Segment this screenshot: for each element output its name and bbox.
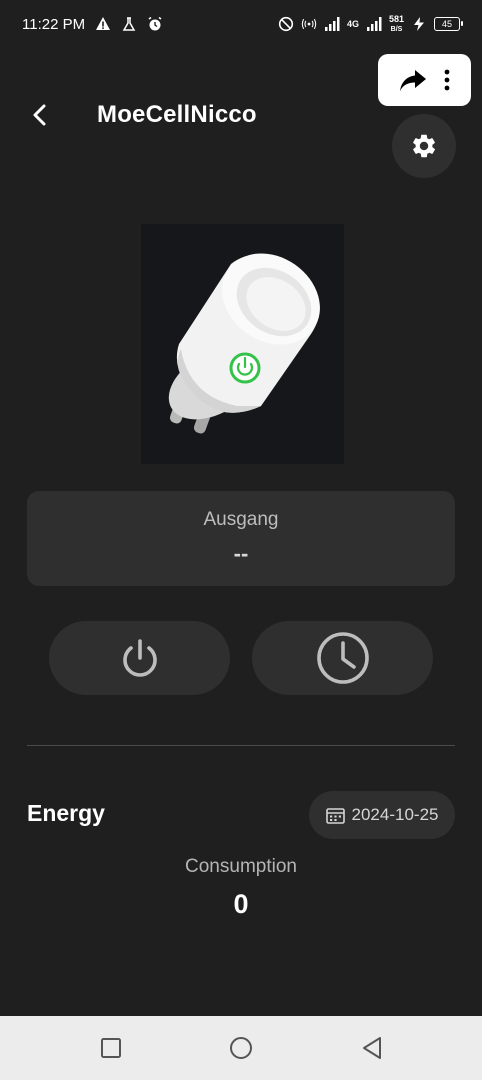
circle-icon [230, 1037, 252, 1059]
share-icon[interactable] [398, 67, 428, 93]
output-label: Ausgang [203, 509, 279, 530]
status-time: 11:22 PM [22, 15, 86, 33]
section-divider [27, 745, 455, 746]
output-card: Ausgang -- [27, 491, 455, 586]
alarm-icon [148, 16, 162, 31]
clock-icon [316, 632, 369, 684]
flask-icon [122, 17, 136, 31]
output-value: -- [233, 541, 249, 566]
date-value: 2024-10-25 [351, 805, 439, 824]
smart-plug-image [168, 253, 320, 434]
chevron-left-icon [33, 104, 46, 126]
consumption-value: 0 [233, 889, 249, 919]
recents-button[interactable] [91, 1028, 131, 1068]
settings-button[interactable] [392, 114, 456, 178]
device-image [141, 224, 344, 464]
charging-icon [414, 17, 424, 31]
home-button[interactable] [221, 1028, 261, 1068]
power-button[interactable] [49, 621, 230, 695]
consumption-label: Consumption [185, 856, 297, 877]
signal-icon [366, 17, 382, 31]
signal-icon [324, 17, 340, 31]
timer-button[interactable] [252, 621, 433, 695]
status-bar-left: 11:22 PM [22, 16, 163, 33]
network-type: 4G [346, 18, 359, 29]
warning-icon [96, 17, 111, 30]
battery-icon: 45 [434, 17, 463, 31]
system-nav-bar [0, 1016, 482, 1080]
page-title: MoeCellNicco [97, 101, 257, 128]
gear-icon [413, 134, 435, 158]
back-nav-button[interactable] [352, 1028, 392, 1068]
calendar-icon [325, 807, 345, 824]
power-icon [122, 639, 157, 677]
network-speed: 581 B/S [388, 13, 404, 33]
date-picker-button[interactable]: 2024-10-25 [309, 791, 455, 839]
more-vert-icon[interactable] [443, 68, 451, 92]
energy-title: Energy [27, 800, 105, 826]
top-menu-pill [378, 54, 471, 106]
status-bar: 11:22 PM 4G 581 B/S 45 [0, 0, 482, 48]
hotspot-icon [301, 18, 317, 30]
square-icon [100, 1038, 121, 1058]
back-button[interactable] [24, 100, 54, 130]
status-bar-right: 4G 581 B/S 45 [278, 13, 463, 34]
do-not-disturb-icon [278, 16, 294, 32]
triangle-back-icon [362, 1037, 381, 1059]
